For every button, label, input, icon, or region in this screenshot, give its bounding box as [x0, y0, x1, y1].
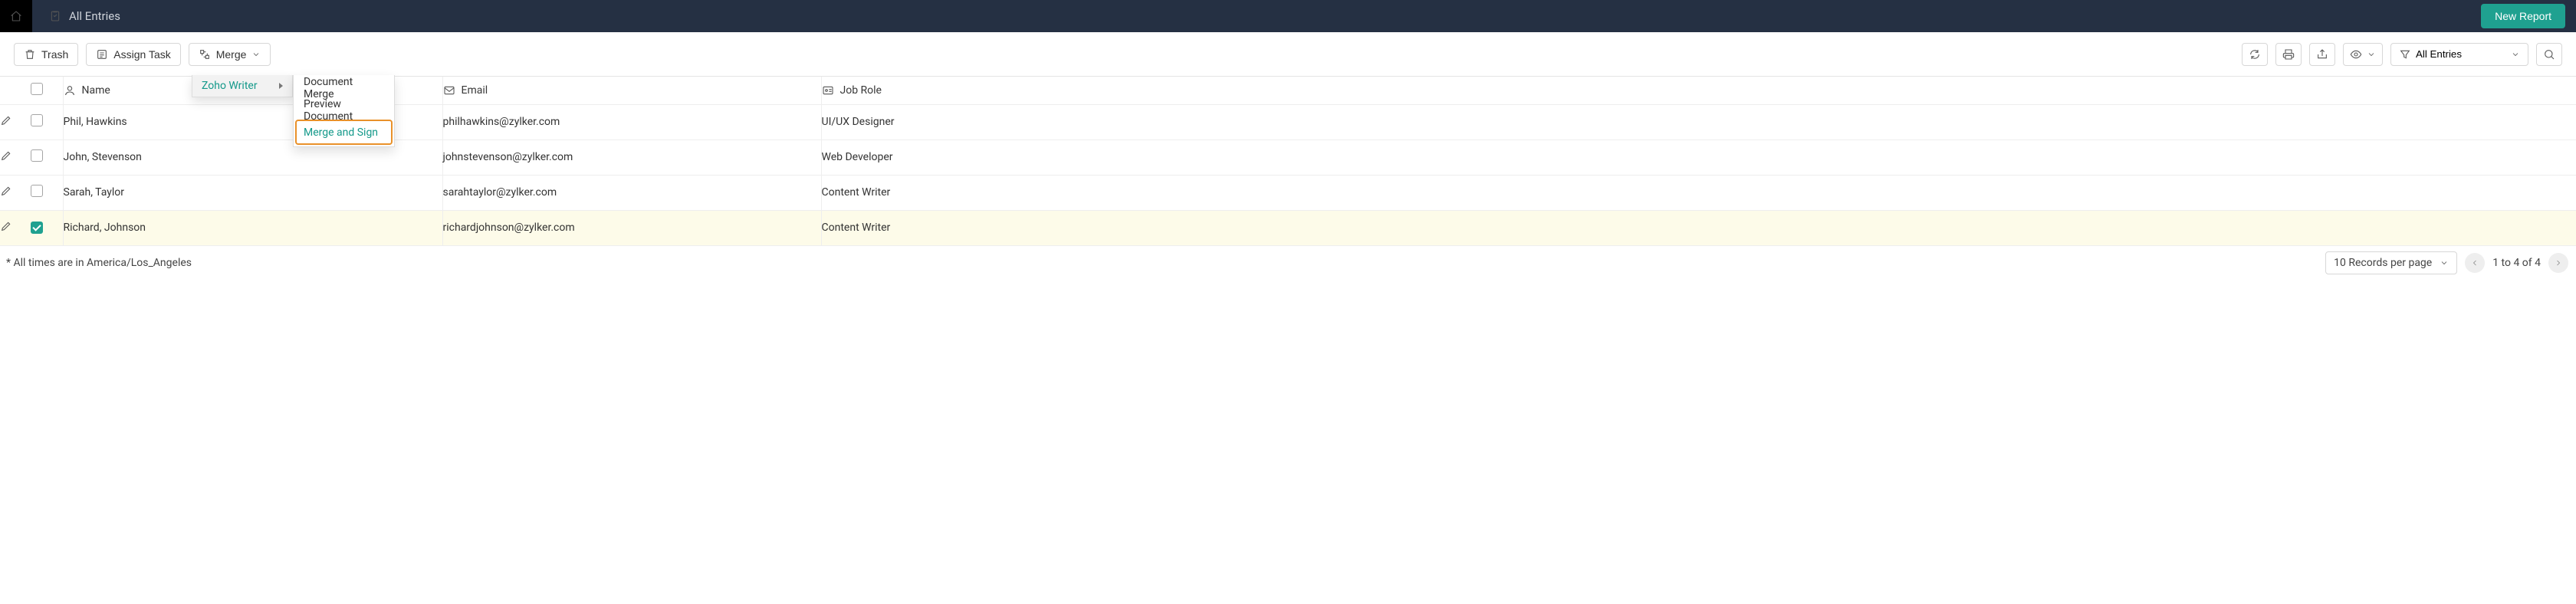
cell-role: UI/UX Designer [822, 116, 895, 128]
edit-icon[interactable] [0, 220, 12, 232]
eye-icon [2350, 48, 2362, 61]
assign-task-label: Assign Task [113, 48, 170, 61]
page-range: 1 to 4 of 4 [2492, 257, 2541, 269]
chevron-down-icon [2440, 258, 2449, 268]
share-icon [2316, 48, 2328, 61]
new-report-button[interactable]: New Report [2481, 4, 2565, 28]
search-button[interactable] [2536, 43, 2562, 66]
badge-icon [822, 84, 834, 97]
select-all-checkbox[interactable] [31, 83, 43, 95]
refresh-icon [2249, 48, 2261, 61]
top-bar: All Entries New Report [0, 0, 2576, 32]
menu-item-document-merge[interactable]: Document Merge [297, 77, 391, 99]
mail-icon [443, 84, 455, 97]
table-row[interactable]: Richard, Johnson richardjohnson@zylker.co… [0, 210, 2576, 245]
filter-dropdown[interactable]: All Entries [2390, 43, 2528, 66]
cell-email: richardjohnson@zylker.com [443, 222, 575, 234]
merge-submenu: Document Merge Preview Document Merge an… [293, 75, 395, 147]
chevron-down-icon [251, 50, 261, 59]
next-page-button[interactable] [2548, 253, 2568, 273]
search-icon [2543, 48, 2555, 61]
share-button[interactable] [2309, 43, 2335, 66]
merge-icon [199, 48, 211, 61]
chevron-left-icon [2470, 258, 2479, 268]
cell-email: sarahtaylor@zylker.com [443, 186, 557, 199]
menu-item-merge-and-sign[interactable]: Merge and Sign [297, 121, 391, 143]
edit-icon[interactable] [0, 185, 12, 197]
page-size-selector[interactable]: 10 Records per page [2325, 251, 2457, 274]
trash-button[interactable]: Trash [14, 43, 78, 66]
chevron-right-icon [2554, 258, 2563, 268]
page-size-label: 10 Records per page [2334, 257, 2432, 269]
merge-label: Merge [216, 48, 247, 61]
menu-item-preview-document[interactable]: Preview Document [297, 99, 391, 121]
merge-button[interactable]: Merge [189, 43, 271, 66]
footer: * All times are in America/Los_Angeles 1… [0, 246, 2576, 280]
row-checkbox[interactable] [31, 222, 43, 234]
cell-name: Richard, Johnson [64, 222, 146, 234]
edit-icon[interactable] [0, 114, 12, 126]
cell-email: johnstevenson@zylker.com [443, 151, 573, 163]
table-row[interactable]: Sarah, Taylor sarahtaylor@zylker.com Conte… [0, 175, 2576, 210]
cell-email: philhawkins@zylker.com [443, 116, 560, 128]
print-button[interactable] [2275, 43, 2302, 66]
visibility-button[interactable] [2343, 43, 2383, 66]
filter-icon [2399, 48, 2411, 61]
trash-icon [24, 48, 36, 61]
chevron-right-icon [279, 83, 283, 89]
page-title: All Entries [69, 9, 120, 23]
merge-submenu-label: Zoho Writer [202, 80, 258, 92]
task-icon [96, 48, 108, 61]
form-icon [49, 10, 61, 22]
row-checkbox[interactable] [31, 114, 43, 126]
person-icon [64, 84, 76, 97]
cell-name: John, Stevenson [64, 151, 142, 163]
cell-name: Phil, Hawkins [64, 116, 127, 128]
prev-page-button[interactable] [2465, 253, 2485, 273]
chevron-down-icon [2511, 50, 2520, 59]
column-email: Email [462, 84, 488, 97]
timezone-note: * All times are in America/Los_Angeles [6, 257, 192, 269]
chevron-down-icon [2367, 50, 2376, 59]
column-role: Job Role [840, 84, 882, 97]
merge-submenu-root[interactable]: Zoho Writer [192, 75, 293, 97]
column-name: Name [82, 84, 110, 97]
edit-icon[interactable] [0, 149, 12, 162]
row-checkbox[interactable] [31, 185, 43, 197]
cell-role: Content Writer [822, 186, 891, 199]
print-icon [2282, 48, 2295, 61]
home-button[interactable] [0, 0, 32, 32]
filter-label: All Entries [2416, 48, 2462, 60]
cell-name: Sarah, Taylor [64, 186, 125, 199]
home-icon [10, 10, 22, 22]
toolbar: Trash Assign Task Merge All Entries [0, 32, 2576, 77]
refresh-button[interactable] [2242, 43, 2268, 66]
trash-label: Trash [41, 48, 68, 61]
cell-role: Content Writer [822, 222, 891, 234]
assign-task-button[interactable]: Assign Task [86, 43, 180, 66]
row-checkbox[interactable] [31, 149, 43, 162]
cell-role: Web Developer [822, 151, 893, 163]
